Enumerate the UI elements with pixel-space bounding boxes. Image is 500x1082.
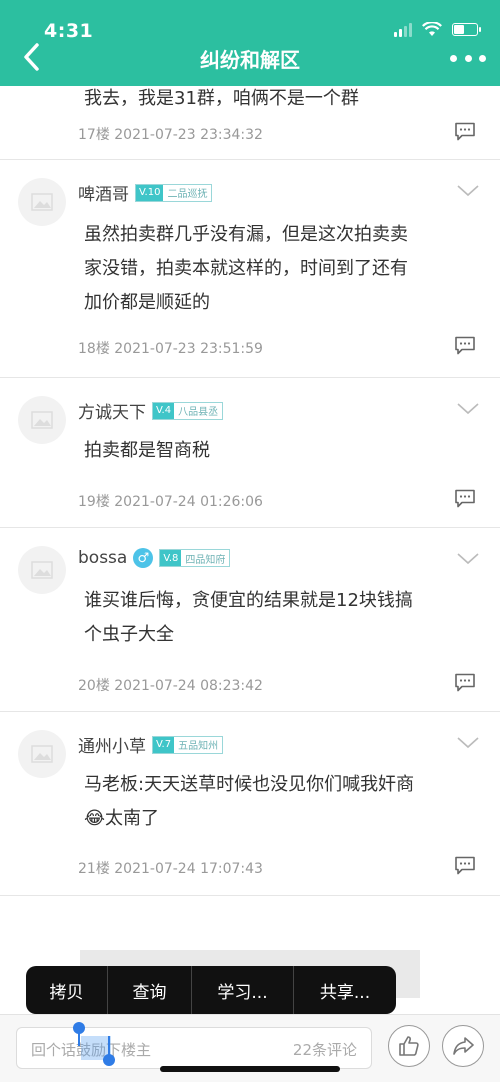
- thumbs-up-icon: [399, 1036, 419, 1056]
- post-text-line: 谁买谁后悔，贪便宜的结果就是12块钱搞: [84, 590, 413, 611]
- rank-label: 四品知府: [185, 554, 226, 566]
- chevron-down-icon[interactable]: [456, 402, 480, 416]
- post-item: 通州小草 V.7 五品知州 马老板:天天送草时候也没见你们喊我奸商 😂太南了 21…: [0, 712, 500, 896]
- user-info: 通州小草 V.7 五品知州: [78, 732, 224, 757]
- post-text-line: 个虫子大全: [84, 624, 174, 645]
- post-item: bossa ♂ V.8 四品知府 谁买谁后悔，贪便宜的结果就是12块钱搞 个虫子大…: [0, 528, 500, 712]
- post-text: 我去，我是31群，咱俩不是一个群: [84, 88, 359, 109]
- selection-handle-start[interactable]: [73, 1022, 85, 1034]
- post-item-partial: 我去，我是31群，咱俩不是一个群 17楼 2021-07-23 23:34:32: [0, 86, 500, 160]
- level-label: V.4: [153, 402, 175, 419]
- home-indicator[interactable]: [160, 1066, 340, 1072]
- share-arrow-icon: [453, 1037, 474, 1055]
- post-text: 马老板:天天送草时候也没见你们喊我奸商 😂太南了: [84, 768, 484, 836]
- battery-icon: [452, 23, 481, 36]
- user-info: 方诚天下 V.4 八品县丞: [78, 398, 224, 423]
- post-text-line: 虽然拍卖群几乎没有漏，但是这次拍卖卖: [84, 224, 408, 245]
- post-text-line: 马老板:天天送草时候也没见你们喊我奸商: [84, 774, 415, 795]
- post-text: 虽然拍卖群几乎没有漏，但是这次拍卖卖 家没错，拍卖本就这样的，时间到了还有 加价…: [84, 218, 484, 320]
- level-badge: V.7 五品知州: [152, 735, 224, 754]
- level-label: V.10: [136, 184, 164, 201]
- avatar[interactable]: [18, 396, 66, 444]
- username[interactable]: 方诚天下: [78, 398, 146, 423]
- comment-icon[interactable]: [454, 673, 476, 692]
- wifi-icon: [422, 22, 442, 36]
- comment-icon[interactable]: [454, 122, 476, 141]
- comment-count: 22条评论: [292, 1041, 357, 1059]
- copy-menu-item[interactable]: 拷贝: [26, 966, 108, 1014]
- status-icons: [394, 22, 481, 37]
- chevron-down-icon[interactable]: [456, 552, 480, 566]
- post-text: 谁买谁后悔，贪便宜的结果就是12块钱搞 个虫子大全: [84, 584, 484, 652]
- post-meta: 20楼 2021-07-24 08:23:42: [78, 678, 263, 694]
- avatar[interactable]: [18, 730, 66, 778]
- like-button[interactable]: [388, 1025, 430, 1067]
- selection-handle-end-line[interactable]: [108, 1036, 110, 1056]
- post-meta: 21楼 2021-07-24 17:07:43: [78, 861, 263, 877]
- header-bar: 4:31 纠纷和解区: [0, 0, 500, 86]
- comment-icon[interactable]: [454, 336, 476, 355]
- post-text-fragment: 太南了: [105, 808, 160, 829]
- image-placeholder-icon: [31, 745, 53, 763]
- lookup-menu-item[interactable]: 查询: [108, 966, 192, 1014]
- chevron-down-icon[interactable]: [456, 184, 480, 198]
- more-options-button[interactable]: [450, 48, 486, 68]
- text-selection-menu: 拷贝 查询 学习... 共享...: [26, 966, 396, 1014]
- level-label: V.8: [160, 550, 182, 566]
- post-list: 我去，我是31群，咱俩不是一个群 17楼 2021-07-23 23:34:32…: [0, 86, 500, 1036]
- comment-icon[interactable]: [454, 856, 476, 875]
- share-menu-item[interactable]: 共享...: [294, 966, 396, 1014]
- signal-icon: [394, 22, 412, 37]
- username[interactable]: bossa: [78, 548, 127, 568]
- selection-handle-end[interactable]: [103, 1054, 115, 1066]
- level-badge: V.10 二品巡抚: [135, 183, 213, 202]
- post-item: 啤酒哥 V.10 二品巡抚 虽然拍卖群几乎没有漏，但是这次拍卖卖 家没错，拍卖本就…: [0, 160, 500, 378]
- rank-label: 二品巡抚: [167, 189, 208, 200]
- post-meta: 19楼 2021-07-24 01:26:06: [78, 494, 263, 510]
- post-item: 方诚天下 V.4 八品县丞 拍卖都是智商税 19楼 2021-07-24 01:2…: [0, 378, 500, 528]
- post-text-line: 拍卖都是智商税: [84, 440, 210, 461]
- rank-label: 五品知州: [178, 741, 219, 752]
- status-time: 4:31: [44, 20, 94, 42]
- post-text-line: 家没错，拍卖本就这样的，时间到了还有: [84, 258, 408, 279]
- laughing-emoji: 😂: [84, 808, 106, 829]
- post-meta: 18楼 2021-07-23 23:51:59: [78, 341, 263, 357]
- image-placeholder-icon: [31, 193, 53, 211]
- share-button[interactable]: [442, 1025, 484, 1067]
- level-badge: V.4 八品县丞: [152, 401, 224, 420]
- learn-menu-item[interactable]: 学习...: [192, 966, 294, 1014]
- username[interactable]: 通州小草: [78, 732, 146, 757]
- user-info: bossa ♂ V.8 四品知府: [78, 548, 231, 568]
- post-meta: 17楼 2021-07-23 23:34:32: [78, 127, 263, 143]
- reply-input[interactable]: 回个话鼓励下楼主 22条评论: [16, 1027, 372, 1069]
- post-text-line-2: 😂太南了: [84, 802, 484, 836]
- image-placeholder-icon: [31, 411, 53, 429]
- chevron-down-icon[interactable]: [456, 736, 480, 750]
- username[interactable]: 啤酒哥: [78, 180, 129, 205]
- avatar[interactable]: [18, 546, 66, 594]
- image-placeholder-icon: [31, 561, 53, 579]
- level-badge: V.8 四品知府: [159, 549, 231, 567]
- level-label: V.7: [153, 736, 175, 753]
- rank-label: 八品县丞: [178, 407, 219, 418]
- avatar[interactable]: [18, 178, 66, 226]
- page-title: 纠纷和解区: [200, 48, 300, 72]
- post-text: 拍卖都是智商税: [84, 434, 484, 468]
- male-icon: ♂: [133, 548, 154, 568]
- comment-icon[interactable]: [454, 489, 476, 508]
- user-info: 啤酒哥 V.10 二品巡抚: [78, 180, 213, 205]
- post-text-line: 加价都是顺延的: [84, 292, 210, 313]
